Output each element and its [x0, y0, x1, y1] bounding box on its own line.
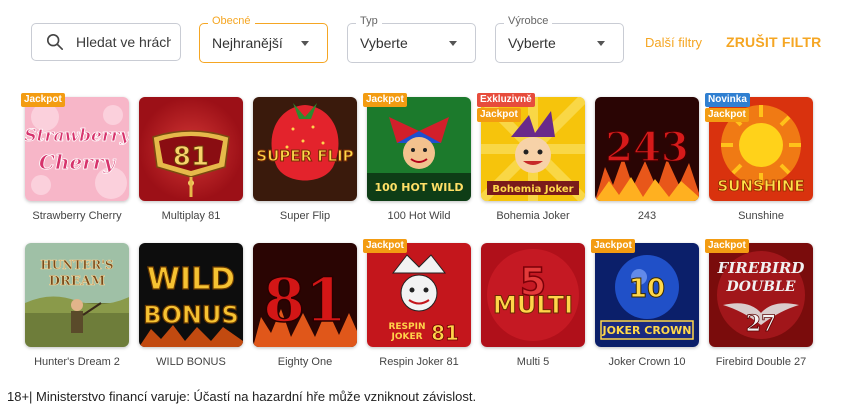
joker-crown-art[interactable]: 10 JOKER CROWN — [595, 243, 699, 347]
game-title[interactable]: Multi 5 — [481, 355, 585, 370]
game-title[interactable]: Multiplay 81 — [139, 209, 243, 224]
game-tile[interactable]: Jackpot 10 JOKER CROWN Joker Crown 10 — [591, 239, 699, 370]
jackpot-badge: Jackpot — [363, 93, 407, 107]
svg-text:DREAM: DREAM — [49, 274, 105, 289]
game-title[interactable]: Super Flip — [253, 209, 357, 224]
multi-5-art[interactable]: 5 MULTI — [481, 243, 585, 347]
search-box[interactable] — [31, 23, 181, 61]
jackpot-badge: Jackpot — [363, 239, 407, 253]
svg-text:Cherry: Cherry — [39, 150, 116, 174]
svg-text:SUNSHINE: SUNSHINE — [717, 177, 804, 195]
search-icon — [46, 33, 64, 51]
game-title[interactable]: Strawberry Cherry — [25, 209, 129, 224]
243-art[interactable]: 243 — [595, 97, 699, 201]
game-tile[interactable]: 81 Multiplay 81 — [139, 97, 243, 224]
svg-text:27: 27 — [746, 311, 777, 337]
svg-text:81: 81 — [431, 321, 459, 345]
search-input[interactable] — [76, 34, 171, 50]
game-title[interactable]: Eighty One — [253, 355, 357, 370]
super-flip-art[interactable]: SUPER FLIP — [253, 97, 357, 201]
jackpot-badge: Jackpot — [591, 239, 635, 253]
filter-provider-value: Vyberte — [508, 35, 556, 51]
game-title[interactable]: 100 Hot Wild — [367, 209, 471, 224]
hunters-dream-art[interactable]: HUNTER'S DREAM — [25, 243, 129, 347]
svg-text:FIREBIRD: FIREBIRD — [717, 259, 805, 277]
svg-text:81: 81 — [263, 266, 347, 336]
svg-text:243: 243 — [605, 124, 689, 171]
filter-general[interactable]: Obecné Nejhranější — [199, 15, 328, 63]
jackpot-badge: Jackpot — [705, 108, 749, 122]
firebird-art[interactable]: FIREBIRD DOUBLE 27 — [709, 243, 813, 347]
filter-type[interactable]: Typ Vyberte — [347, 15, 476, 63]
game-tile[interactable]: SUPER FLIP Super Flip — [253, 97, 357, 224]
chevron-down-icon — [301, 41, 309, 46]
game-title[interactable]: 243 — [595, 209, 699, 224]
100-hot-wild-art[interactable]: 100 HOT WILD — [367, 97, 471, 201]
game-tile[interactable]: Jackpot 100 HOT WILD 100 Hot Wild — [363, 93, 471, 224]
chevron-down-icon — [597, 41, 605, 46]
filter-bar: Obecné Nejhranější Typ Vyberte Výrobce V… — [0, 10, 850, 80]
svg-text:JOKER CROWN: JOKER CROWN — [601, 324, 691, 337]
game-tile[interactable]: WILD BONUS WILD BONUS — [139, 243, 243, 370]
filter-type-value: Vyberte — [360, 35, 408, 51]
filter-general-legend: Obecné — [208, 15, 255, 27]
filter-general-value: Nejhranější — [212, 35, 283, 51]
game-tile[interactable]: Jackpot RESPIN JOKER 81 Respin Joker 81 — [363, 239, 471, 370]
jackpot-badge: Jackpot — [21, 93, 65, 107]
respin-joker-art[interactable]: RESPIN JOKER 81 — [367, 243, 471, 347]
more-filters-link[interactable]: Další filtry — [645, 35, 702, 50]
svg-text:HUNTER'S: HUNTER'S — [40, 258, 113, 272]
svg-text:Bohemia Joker: Bohemia Joker — [492, 184, 573, 195]
game-tile[interactable]: HUNTER'S DREAM Hunter's Dream 2 — [25, 243, 129, 370]
game-tile[interactable]: Jackpot Strawberry Cherry Strawberry Che… — [21, 93, 129, 224]
svg-text:100 HOT WILD: 100 HOT WILD — [374, 181, 463, 194]
svg-text:JOKER: JOKER — [390, 332, 422, 342]
jackpot-badge: Jackpot — [705, 239, 749, 253]
filter-provider[interactable]: Výrobce Vyberte — [495, 15, 624, 63]
svg-text:81: 81 — [173, 142, 209, 172]
game-tile[interactable]: 243 243 — [595, 97, 699, 224]
game-tile[interactable]: 5 MULTI Multi 5 — [481, 243, 585, 370]
multiplay-81-art[interactable]: 81 — [139, 97, 243, 201]
game-title[interactable]: Hunter's Dream 2 — [25, 355, 129, 370]
game-title[interactable]: Sunshine — [709, 209, 813, 224]
wild-bonus-art[interactable]: WILD BONUS — [139, 243, 243, 347]
svg-text:MULTI: MULTI — [493, 291, 573, 319]
jackpot-badge: Jackpot — [477, 108, 521, 122]
game-title[interactable]: Respin Joker 81 — [367, 355, 471, 370]
clear-filter-button[interactable]: ZRUŠIT FILTR — [726, 34, 821, 50]
svg-text:RESPIN: RESPIN — [388, 322, 425, 332]
new-badge: Novinka — [705, 93, 750, 107]
game-tile[interactable]: Novinka Jackpot SUNSHINE Sunshine — [705, 93, 813, 224]
svg-text:WILD: WILD — [147, 262, 235, 297]
game-title[interactable]: Firebird Double 27 — [709, 355, 813, 370]
svg-text:Strawberry: Strawberry — [25, 126, 129, 146]
svg-text:BONUS: BONUS — [143, 301, 239, 329]
game-title[interactable]: Bohemia Joker — [481, 209, 585, 224]
svg-text:DOUBLE: DOUBLE — [726, 279, 796, 295]
exclusive-badge: Exkluzivně — [477, 93, 535, 107]
game-tile[interactable]: 81 Eighty One — [253, 243, 357, 370]
eighty-one-art[interactable]: 81 — [253, 243, 357, 347]
filter-type-legend: Typ — [356, 15, 382, 27]
gambling-disclaimer: 18+| Ministerstvo financí varuje: Účastí… — [7, 389, 477, 404]
game-tile[interactable]: Exkluzivně Jackpot Bohemia Joker Bohemia… — [477, 93, 585, 224]
game-tile[interactable]: Jackpot FIREBIRD DOUBLE 27 Firebird Doub… — [705, 239, 813, 370]
chevron-down-icon — [449, 41, 457, 46]
svg-text:10: 10 — [629, 274, 665, 304]
game-title[interactable]: Joker Crown 10 — [595, 355, 699, 370]
game-title[interactable]: WILD BONUS — [139, 355, 243, 370]
strawberry-cherry-art[interactable]: Strawberry Cherry — [25, 97, 129, 201]
filter-provider-legend: Výrobce — [504, 15, 553, 27]
svg-text:SUPER FLIP: SUPER FLIP — [256, 147, 353, 165]
